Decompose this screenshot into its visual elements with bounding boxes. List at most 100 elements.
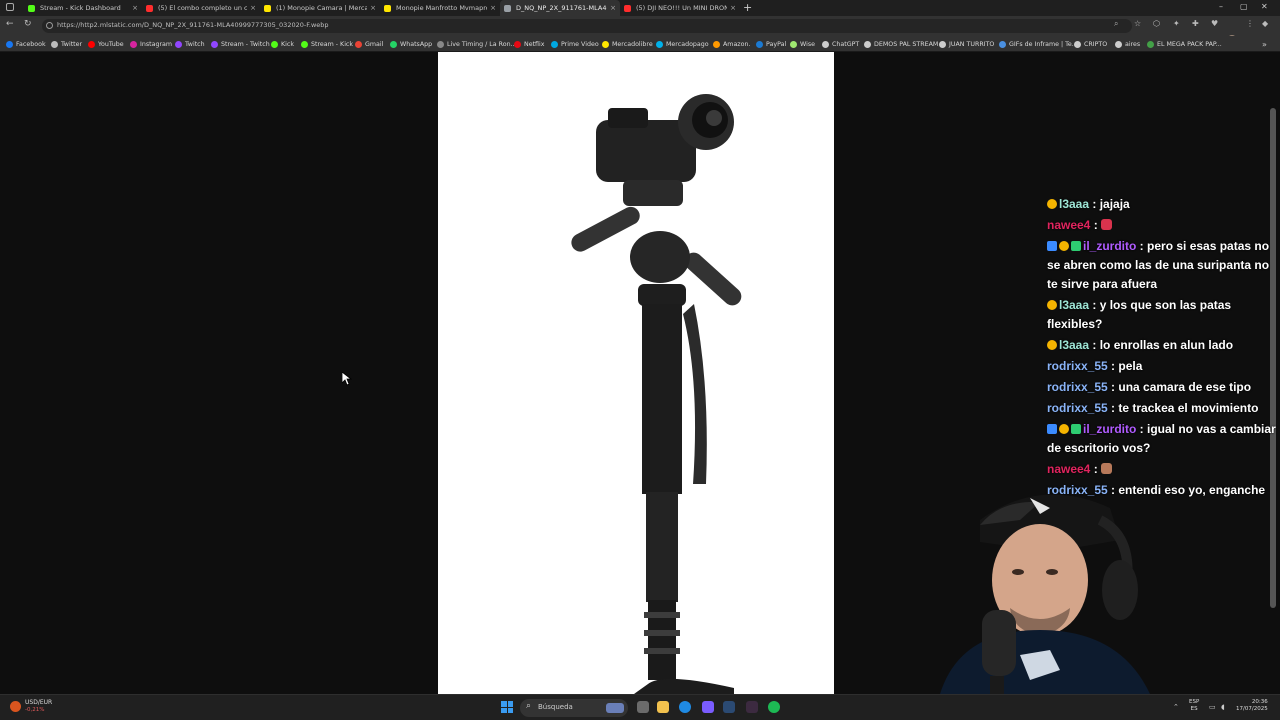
chat-username[interactable]: l3aaa [1059, 298, 1089, 312]
address-bar[interactable]: https://http2.mlstatic.com/D_NQ_NP_2X_91… [42, 19, 1132, 33]
more-bookmarks-chevron-icon[interactable]: » [1262, 39, 1267, 49]
extension-icon[interactable]: ⬡ [1153, 19, 1160, 28]
chat-emote-icon [1101, 219, 1113, 230]
streamer-webcam-image [940, 494, 1150, 694]
obs-icon[interactable] [746, 701, 758, 713]
tab-close-icon[interactable]: × [610, 4, 616, 12]
new-tab-button[interactable]: + [743, 1, 752, 15]
bookmark-chatgpt[interactable]: ChatGPT [822, 39, 859, 49]
chat-message: il_zurdito : igual no vas a cambiar de e… [1047, 422, 1276, 455]
windows-start-icon[interactable] [501, 701, 513, 713]
bookmark-twitter[interactable]: Twitter [51, 39, 82, 49]
bookmark-star-icon[interactable]: ☆ [1134, 19, 1141, 28]
bookmark-facebook[interactable]: Facebook [6, 39, 46, 49]
bookmark-live-timing[interactable]: Live Timing / La Ron... [437, 39, 517, 49]
bookmark-amazon[interactable]: Amazon. [713, 39, 750, 49]
taskbar-search-box[interactable]: ⌕ Búsqueda [520, 699, 628, 717]
bookmark-demos-pal-stream[interactable]: DEMOS PAL STREAM [864, 39, 938, 49]
bookmark-stream-twitch[interactable]: Stream - Twitch [211, 39, 270, 49]
back-arrow-icon[interactable]: ← [6, 19, 14, 29]
tab-5[interactable]: (5) DJI NEO!!! Un MINI DRON con × [620, 0, 740, 16]
flag-icon [437, 40, 444, 48]
ticker-change: -0,21% [25, 707, 45, 713]
bookmark-gmail[interactable]: Gmail [355, 39, 383, 49]
tab-label: (5) El combo completo un clasico [158, 4, 248, 12]
bookmark-juan-turrito[interactable]: JUAN TURRITO [939, 39, 994, 49]
bookmark-netflix[interactable]: Netflix [514, 39, 545, 49]
app-icon[interactable] [702, 701, 714, 713]
bookmark-gifs-inframe[interactable]: GIFs de Inframe | Te... [999, 39, 1078, 49]
url-text: https://http2.mlstatic.com/D_NQ_NP_2X_91… [57, 21, 329, 29]
wise-icon [790, 40, 797, 48]
bookmark-whatsapp[interactable]: WhatsApp [390, 39, 432, 49]
chat-message: nawee4 : [1047, 216, 1280, 235]
chat-username[interactable]: rodrixx_55 [1047, 401, 1108, 415]
chat-text: igual no vas a cambiar de escritorio vos… [1047, 422, 1276, 455]
chat-username[interactable]: il_zurdito [1083, 422, 1136, 436]
bookmark-wise[interactable]: Wise [790, 39, 815, 49]
chat-username[interactable]: nawee4 [1047, 462, 1090, 476]
tab-search-icon[interactable] [6, 3, 14, 11]
bookmark-prime-video[interactable]: Prime Video [551, 39, 599, 49]
bookmark-mega-pack[interactable]: EL MEGA PACK PAP... [1147, 39, 1222, 49]
tab-close-icon[interactable]: × [730, 4, 736, 12]
tab-1[interactable]: (5) El combo completo un clasico × [142, 0, 260, 16]
folder-icon [1074, 40, 1081, 48]
extensions-puzzle-icon[interactable]: ✚ [1192, 19, 1199, 28]
navigation-toolbar: ← ↻ https://http2.mlstatic.com/D_NQ_NP_2… [0, 16, 1280, 45]
chat-message: l3aaa : y los que son las patas flexible… [1047, 298, 1232, 331]
spotify-icon[interactable] [768, 701, 780, 713]
chat-username[interactable]: rodrixx_55 [1047, 380, 1108, 394]
tab-close-icon[interactable]: × [490, 4, 496, 12]
close-window-button[interactable]: ✕ [1261, 2, 1268, 11]
bookmark-youtube[interactable]: YouTube [88, 39, 124, 49]
steam-icon[interactable] [723, 701, 735, 713]
bookmark-twitch[interactable]: Twitch [175, 39, 205, 49]
chat-username[interactable]: il_zurdito [1083, 239, 1136, 253]
site-info-icon[interactable] [46, 22, 53, 29]
task-view-icon[interactable] [637, 701, 649, 713]
bookmark-kick[interactable]: Kick [271, 39, 294, 49]
currency-ticker-widget[interactable]: USD/EUR -0,21% [10, 699, 52, 714]
tab-0[interactable]: Stream - Kick Dashboard × [24, 0, 142, 16]
menu-kebab-icon[interactable]: ⋮ [1246, 19, 1254, 28]
gif-icon [999, 40, 1006, 48]
file-explorer-icon[interactable] [657, 701, 669, 713]
reload-icon[interactable]: ↻ [24, 19, 32, 29]
tab-3[interactable]: Monopie Manfrotto Mvmapro500 × [380, 0, 500, 16]
bookmark-stream-kick[interactable]: Stream - Kick [301, 39, 353, 49]
tray-up-chevron-icon[interactable]: ⌃ [1173, 703, 1179, 711]
bookmark-instagram[interactable]: Instagram [130, 39, 172, 49]
edge-browser-icon[interactable] [679, 701, 691, 713]
chat-message: nawee4 : [1047, 460, 1280, 479]
system-clock[interactable]: 20:36 17/07/2025 [1236, 699, 1268, 713]
tab-2[interactable]: (1) Monopie Camara | MercadoLibre × [260, 0, 380, 16]
bookmark-mercadopago[interactable]: Mercadopago [656, 39, 709, 49]
downloads-icon[interactable]: ♥ [1211, 19, 1218, 28]
input-language-indicator[interactable]: ESP ES [1189, 699, 1199, 713]
tab-4-active[interactable]: D_NQ_NP_2X_911761-MLA40999 × [500, 0, 620, 16]
chat-text: pela [1118, 359, 1143, 373]
copilot-icon[interactable]: ◆ [1262, 19, 1268, 28]
webcam-overlay [900, 480, 1170, 694]
bookmark-folder-aires[interactable]: aires [1115, 39, 1140, 49]
chat-username[interactable]: l3aaa [1059, 197, 1089, 211]
chat-username[interactable]: rodrixx_55 [1047, 359, 1108, 373]
tab-close-icon[interactable]: × [132, 4, 138, 12]
volume-icon[interactable]: ◖ [1221, 703, 1225, 711]
tab-close-icon[interactable]: × [250, 4, 256, 12]
maximize-button[interactable]: ▢ [1240, 2, 1248, 11]
search-highlight-icon [606, 703, 624, 713]
network-icon[interactable]: ▭ [1209, 703, 1216, 711]
tab-label: D_NQ_NP_2X_911761-MLA40999 [516, 4, 607, 12]
minimize-button[interactable]: – [1219, 2, 1223, 11]
zoom-icon[interactable]: ⌕ [1114, 19, 1118, 29]
chat-username[interactable]: l3aaa [1059, 338, 1089, 352]
chat-username[interactable]: nawee4 [1047, 218, 1090, 232]
kick-favicon-icon [28, 4, 35, 12]
bookmark-folder-cripto[interactable]: CRIPTO [1074, 39, 1107, 49]
tab-close-icon[interactable]: × [370, 4, 376, 12]
extension-icon[interactable]: ✦ [1173, 19, 1180, 28]
bookmark-mercadolibre[interactable]: Mercadolibre [602, 39, 653, 49]
bookmark-paypal[interactable]: PayPal [756, 39, 786, 49]
